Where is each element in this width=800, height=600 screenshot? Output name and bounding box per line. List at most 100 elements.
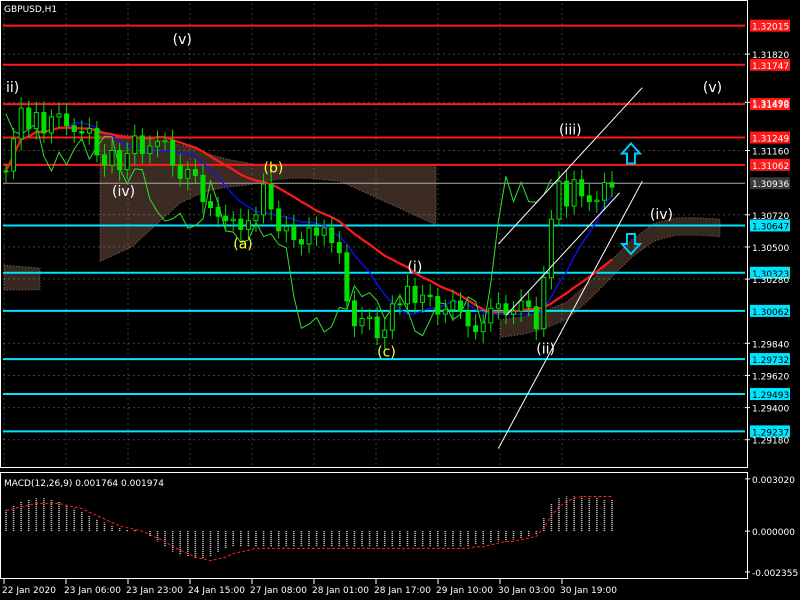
time-tick-label: 22 Jan 2020 bbox=[2, 586, 56, 596]
candle-body bbox=[11, 138, 17, 172]
candle-body bbox=[344, 252, 350, 302]
price-tick-label: 1.29840 bbox=[752, 340, 789, 350]
candle-body bbox=[155, 141, 160, 147]
candle-body bbox=[518, 300, 524, 312]
price-tick-label: 1.29400 bbox=[752, 405, 789, 415]
candle-body bbox=[374, 316, 380, 338]
time-tick-label: 30 Jan 03:00 bbox=[498, 586, 555, 596]
cloud-area bbox=[3, 264, 41, 291]
resistance-level-value: 1.31747 bbox=[752, 62, 789, 72]
macd-tick-label: 0.000000 bbox=[752, 528, 795, 538]
candle-body bbox=[192, 169, 198, 176]
candle-body bbox=[41, 112, 47, 134]
candle-body bbox=[132, 135, 138, 154]
candle-body bbox=[541, 277, 547, 330]
candle-body bbox=[579, 179, 585, 197]
symbol-label: GBPUSD,H1 bbox=[4, 5, 57, 15]
candle-body bbox=[18, 107, 24, 140]
candle-body bbox=[533, 306, 539, 330]
candle-body bbox=[556, 180, 562, 220]
resistance-level-value: 1.31062 bbox=[752, 162, 789, 172]
resistance-level-value: 1.31249 bbox=[752, 135, 789, 145]
candle-body bbox=[261, 183, 267, 216]
candle-body bbox=[268, 183, 274, 210]
wave-label: (iii) bbox=[559, 122, 582, 138]
candle-body bbox=[465, 310, 471, 327]
candle-body bbox=[86, 128, 92, 134]
current-price-value: 1.30936 bbox=[752, 180, 789, 190]
candle-body bbox=[336, 242, 342, 254]
candle-body bbox=[594, 199, 600, 203]
candle-body bbox=[389, 303, 395, 331]
candle-body bbox=[564, 180, 570, 207]
candle-body bbox=[200, 174, 206, 203]
candle-body bbox=[495, 303, 501, 309]
wave-label: (ii) bbox=[536, 342, 555, 358]
candle-body bbox=[215, 206, 221, 217]
candle-body bbox=[359, 317, 365, 327]
wave-label: (i) bbox=[407, 260, 422, 276]
candle-body bbox=[571, 179, 577, 207]
candle-body bbox=[314, 227, 320, 236]
candle-body bbox=[253, 214, 259, 222]
candle-body bbox=[26, 107, 32, 130]
candle-body bbox=[48, 116, 54, 134]
wave-label: (b) bbox=[264, 160, 284, 176]
candle-body bbox=[306, 227, 312, 245]
candle-body bbox=[503, 303, 509, 315]
candle-body bbox=[601, 182, 607, 201]
candle-body bbox=[351, 300, 357, 327]
macd-tick-label: 0.003020 bbox=[752, 476, 795, 486]
candle-body bbox=[382, 329, 388, 338]
candle-body bbox=[397, 303, 403, 306]
candle-body bbox=[245, 220, 251, 230]
candle-body bbox=[480, 322, 486, 333]
candle-body bbox=[56, 113, 62, 118]
candle-body bbox=[71, 125, 77, 133]
wave-label: (c) bbox=[377, 344, 396, 360]
wave-label: (v) bbox=[173, 32, 192, 48]
candle-body bbox=[208, 201, 214, 208]
time-tick-label: 23 Jan 06:00 bbox=[64, 586, 121, 596]
candle-body bbox=[404, 285, 410, 305]
price-tick-label: 1.31160 bbox=[752, 148, 789, 158]
candle-body bbox=[367, 316, 373, 319]
candle-body bbox=[94, 128, 100, 156]
candle-body bbox=[427, 294, 433, 298]
wave-label: (a) bbox=[233, 236, 253, 252]
support-level-value: 1.29493 bbox=[752, 391, 789, 401]
candle-body bbox=[435, 296, 441, 315]
candle-body bbox=[276, 208, 282, 232]
price-tick-label: 1.29620 bbox=[752, 372, 789, 382]
price-tick-label: 1.31490 bbox=[752, 99, 789, 109]
wave-label: (iv) bbox=[112, 184, 135, 200]
time-tick-label: 24 Jan 15:00 bbox=[188, 586, 245, 596]
candle-body bbox=[291, 225, 297, 241]
candle-body bbox=[442, 309, 448, 315]
time-tick-label: 28 Jan 17:00 bbox=[374, 586, 431, 596]
candle-body bbox=[548, 218, 554, 279]
time-tick-label: 23 Jan 23:00 bbox=[126, 586, 183, 596]
candle-body bbox=[177, 164, 183, 179]
time-tick-label: 27 Jan 08:00 bbox=[250, 586, 307, 596]
gbpusd-h1-chart[interactable]: ii) (v) (iv) (b) (a) (c) (i) (iii) (ii) (iv) (v) 1… bbox=[0, 0, 800, 600]
wave-label: ii) bbox=[6, 80, 19, 96]
candle-body bbox=[420, 294, 426, 303]
candle-body bbox=[170, 139, 176, 166]
candle-body bbox=[223, 215, 229, 222]
candle-body bbox=[488, 307, 494, 324]
candle-body bbox=[609, 182, 615, 188]
price-tick-label: 1.29180 bbox=[752, 437, 789, 447]
macd-label: MACD(12,26,9) 0.001764 0.001974 bbox=[4, 479, 164, 489]
candle-body bbox=[473, 325, 479, 333]
time-tick-label: 29 Jan 10:00 bbox=[436, 586, 493, 596]
price-tick-label: 1.31820 bbox=[752, 51, 789, 61]
candle-body bbox=[101, 154, 107, 166]
candle-body bbox=[230, 218, 236, 222]
candle-body bbox=[147, 145, 153, 154]
candle-body bbox=[185, 169, 191, 179]
candle-body bbox=[139, 135, 145, 154]
candle-body bbox=[283, 225, 289, 232]
candle-body bbox=[458, 300, 463, 312]
candle-body bbox=[298, 239, 304, 245]
